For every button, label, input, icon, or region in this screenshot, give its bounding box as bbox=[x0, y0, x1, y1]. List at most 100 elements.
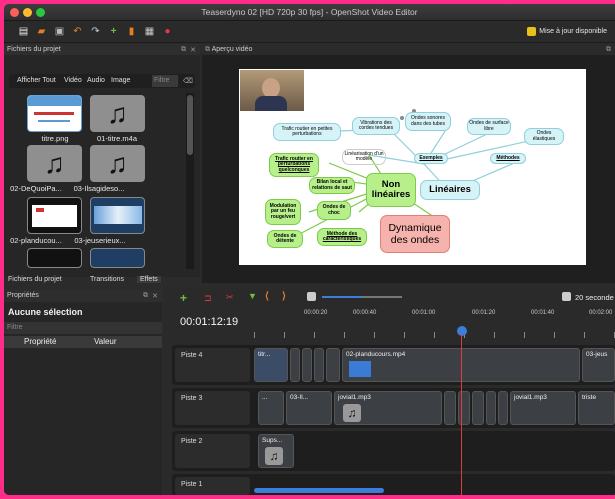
tab-project-files[interactable]: Fichiers du projet bbox=[8, 276, 62, 283]
node-trafic-quelconques: Trafic routier en perturbations quelconq… bbox=[269, 153, 319, 177]
main-toolbar: ▤ ▰ ▣ ↶ ↷ + ▮ ▦ ● Mise à jour disponible bbox=[4, 21, 615, 43]
track-row[interactable]: Piste 2 Sups... ♫ bbox=[172, 431, 615, 471]
playhead-handle[interactable] bbox=[457, 326, 467, 336]
track-row[interactable]: Piste 1 bbox=[172, 474, 615, 495]
file-filter-input[interactable]: Filtre bbox=[152, 75, 178, 87]
timeline-clip[interactable] bbox=[444, 391, 456, 425]
files-scrollbar[interactable] bbox=[186, 93, 194, 269]
filter-all-button[interactable]: Afficher Tout bbox=[17, 77, 56, 84]
file-thumbnail[interactable] bbox=[90, 197, 145, 234]
timeline-toolbar: + ⊐ ✂ ▼ ⟨ ⟩ 20 seconde bbox=[164, 288, 615, 310]
update-label: Mise à jour disponible bbox=[539, 28, 607, 35]
next-marker-icon[interactable]: ⟩ bbox=[282, 291, 286, 302]
dock-float-icon[interactable]: ⧉ bbox=[181, 46, 186, 54]
track-name[interactable]: Piste 2 bbox=[175, 434, 250, 468]
music-file-icon[interactable]: ♫ bbox=[90, 145, 145, 182]
add-track-icon[interactable]: + bbox=[180, 291, 187, 305]
zoom-slider-track bbox=[362, 296, 402, 298]
ruler-tick: 00:01:20 bbox=[472, 310, 496, 316]
filter-image-button[interactable]: Image bbox=[111, 77, 130, 84]
node-non-lineaires: Non linéaires bbox=[366, 173, 416, 207]
undo-icon[interactable]: ↶ bbox=[72, 26, 83, 37]
video-frame: Trafic routier en petites perturbations … bbox=[239, 69, 586, 265]
timeline-clip[interactable] bbox=[486, 391, 496, 425]
timeline-clip[interactable]: ... bbox=[258, 391, 284, 425]
ruler-tick: 00:01:00 bbox=[412, 310, 436, 316]
node-ondes-surface: Ondes de surface libre bbox=[467, 118, 511, 135]
timeline-clip[interactable] bbox=[314, 348, 324, 382]
add-marker-icon[interactable]: ▼ bbox=[248, 291, 257, 301]
timeline-clip[interactable] bbox=[302, 348, 312, 382]
zoom-in-icon[interactable] bbox=[562, 292, 571, 301]
track-row[interactable]: Piste 4 titr... 02-planducours.mp4 03-je… bbox=[172, 345, 615, 385]
dock-close-icon[interactable]: ✕ bbox=[152, 292, 158, 300]
clear-filter-icon[interactable]: ⌫ bbox=[183, 77, 193, 85]
fullscreen-icon[interactable]: ▦ bbox=[144, 26, 155, 37]
file-thumbnail[interactable] bbox=[27, 197, 82, 234]
open-file-icon[interactable]: ▰ bbox=[36, 26, 47, 37]
track-name[interactable]: Piste 1 bbox=[175, 477, 250, 495]
update-available-button[interactable]: Mise à jour disponible bbox=[527, 27, 607, 36]
properties-header: Propriétés ⧉ ✕ bbox=[4, 290, 162, 302]
ruler-tick: 00:00:40 bbox=[353, 310, 377, 316]
tab-transitions[interactable]: Transitions bbox=[90, 276, 124, 283]
import-files-icon[interactable]: + bbox=[108, 26, 119, 37]
column-property[interactable]: Propriété bbox=[24, 337, 56, 346]
playhead-line[interactable] bbox=[461, 334, 462, 495]
tab-effects[interactable]: Effets bbox=[137, 276, 161, 283]
file-label: 03-jeuserieux... bbox=[74, 236, 126, 245]
filter-video-button[interactable]: Vidéo bbox=[64, 77, 82, 84]
timeline-clip[interactable] bbox=[290, 348, 300, 382]
timeline-clip[interactable] bbox=[498, 391, 508, 425]
export-video-icon[interactable]: ● bbox=[162, 26, 173, 37]
music-file-icon[interactable]: ♫ bbox=[27, 145, 82, 182]
dock-float-icon[interactable]: ⧉ bbox=[205, 46, 210, 53]
node-modulation: Modulation par un feu rouge/vert bbox=[265, 199, 301, 225]
zoom-slider[interactable] bbox=[322, 296, 362, 298]
timeline-clip[interactable]: Sups... ♫ bbox=[258, 434, 294, 468]
update-icon bbox=[527, 27, 537, 36]
clip-label: ... bbox=[262, 394, 268, 401]
dock-float-icon[interactable]: ⧉ bbox=[606, 46, 611, 54]
save-icon[interactable]: ▣ bbox=[54, 26, 65, 37]
razor-icon[interactable]: ✂ bbox=[226, 292, 234, 303]
timeline-clip[interactable] bbox=[326, 348, 340, 382]
timeline-clip[interactable]: 03-Il... bbox=[286, 391, 332, 425]
zoom-out-icon[interactable] bbox=[307, 292, 316, 301]
timeline-clip[interactable] bbox=[472, 391, 484, 425]
track-row[interactable]: Piste 3 ... 03-Il... jovial1.mp3 ♫ jovia… bbox=[172, 388, 615, 428]
timeline-scrollbar[interactable] bbox=[254, 488, 384, 493]
properties-table-header: Propriété Valeur bbox=[4, 336, 162, 348]
filter-audio-button[interactable]: Audio bbox=[87, 77, 105, 84]
bottom-tab-bar: Fichiers du projet Transitions Effets bbox=[4, 275, 200, 287]
timeline-clip[interactable] bbox=[458, 391, 470, 425]
clip-label: triste bbox=[582, 394, 597, 401]
previous-marker-icon[interactable]: ⟨ bbox=[265, 291, 269, 302]
dock-close-icon[interactable]: ✕ bbox=[190, 46, 196, 54]
file-thumbnail[interactable] bbox=[27, 95, 82, 132]
properties-filter-input[interactable]: Filtre bbox=[4, 322, 162, 334]
track-name[interactable]: Piste 3 bbox=[175, 391, 250, 425]
dock-resize-handle[interactable] bbox=[202, 268, 207, 272]
snap-icon[interactable]: ⊐ bbox=[204, 293, 212, 304]
file-label: 03-Ilsagideso... bbox=[73, 184, 125, 193]
music-file-icon[interactable]: ♫ bbox=[90, 95, 145, 132]
timeline-clip[interactable]: 03-jeus bbox=[582, 348, 615, 382]
timeline-ruler[interactable]: 00:01:12:19 00:00:20 00:00:40 00:01:00 0… bbox=[164, 310, 615, 341]
file-thumbnail[interactable] bbox=[27, 248, 82, 268]
window-title: Teaserdyno 02 [HD 720p 30 fps] - OpenSho… bbox=[201, 7, 418, 17]
column-value[interactable]: Valeur bbox=[94, 337, 117, 346]
file-label: 02-DeQuoiPa... bbox=[10, 184, 62, 193]
timeline-clip[interactable]: triste bbox=[578, 391, 615, 425]
clip-label: jovial1.mp3 bbox=[338, 394, 371, 401]
file-thumbnail[interactable] bbox=[90, 248, 145, 268]
dock-float-icon[interactable]: ⧉ bbox=[143, 292, 148, 300]
timeline-clip[interactable]: jovial1.mp3 bbox=[510, 391, 576, 425]
timeline-clip[interactable]: titr... bbox=[254, 348, 288, 382]
redo-icon[interactable]: ↷ bbox=[90, 26, 101, 37]
file-label: titre.png bbox=[41, 134, 69, 143]
new-file-icon[interactable]: ▤ bbox=[18, 26, 29, 37]
profile-icon[interactable]: ▮ bbox=[126, 26, 137, 37]
track-name[interactable]: Piste 4 bbox=[175, 348, 250, 382]
timeline-clip[interactable]: jovial1.mp3 ♫ bbox=[334, 391, 442, 425]
